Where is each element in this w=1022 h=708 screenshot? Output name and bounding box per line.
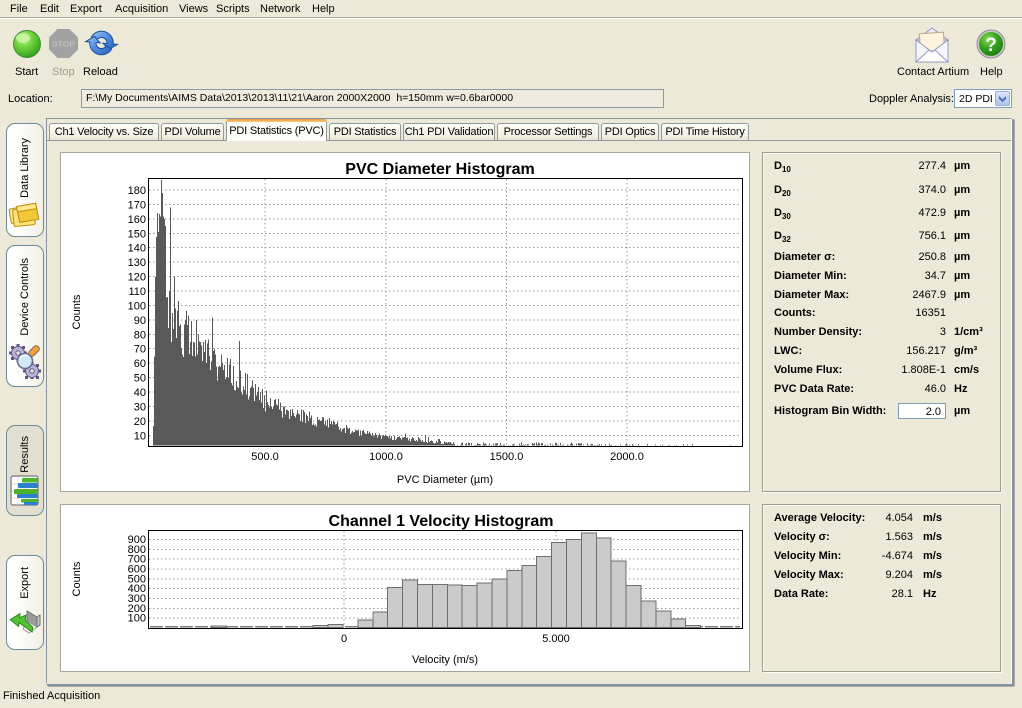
svg-text:130: 130: [128, 257, 146, 269]
svg-text:40: 40: [134, 387, 146, 399]
svg-text:50: 50: [134, 373, 146, 385]
svg-text:PVC Diameter (µm): PVC Diameter (µm): [397, 474, 493, 486]
svg-text:80: 80: [134, 329, 146, 341]
svg-text:90: 90: [134, 315, 146, 327]
svg-text:1000.0: 1000.0: [369, 451, 403, 463]
svg-text:Channel 1 Velocity Histogram: Channel 1 Velocity Histogram: [329, 513, 554, 530]
svg-text:160: 160: [128, 214, 146, 226]
svg-text:Counts: Counts: [71, 561, 83, 596]
svg-text:110: 110: [128, 286, 146, 298]
svg-text:60: 60: [134, 358, 146, 370]
svg-text:10: 10: [134, 430, 146, 442]
svg-text:1500.0: 1500.0: [490, 451, 524, 463]
svg-text:5.000: 5.000: [542, 633, 570, 645]
svg-text:150: 150: [128, 228, 146, 240]
svg-text:PVC Diameter Histogram: PVC Diameter Histogram: [345, 161, 534, 178]
svg-text:70: 70: [134, 344, 146, 356]
svg-text:140: 140: [128, 243, 146, 255]
svg-text:20: 20: [134, 416, 146, 428]
svg-text:100: 100: [128, 300, 146, 312]
svg-text:0: 0: [341, 633, 347, 645]
svg-text:Counts: Counts: [71, 294, 83, 329]
svg-text:500.0: 500.0: [251, 451, 279, 463]
svg-text:180: 180: [128, 185, 146, 197]
svg-text:Velocity (m/s): Velocity (m/s): [412, 654, 478, 666]
svg-text:30: 30: [134, 401, 146, 413]
svg-text:120: 120: [128, 272, 146, 284]
svg-text:170: 170: [128, 199, 146, 211]
svg-text:900: 900: [128, 534, 146, 546]
svg-text:2000.0: 2000.0: [610, 451, 644, 463]
